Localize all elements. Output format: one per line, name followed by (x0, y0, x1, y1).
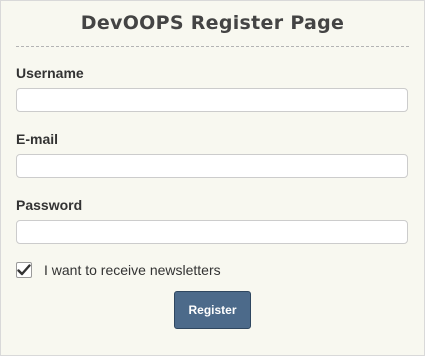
newsletter-checkbox[interactable] (16, 262, 32, 278)
username-input[interactable] (16, 88, 408, 112)
newsletter-label: I want to receive newsletters (44, 262, 221, 278)
newsletter-row: I want to receive newsletters (16, 262, 221, 278)
register-button[interactable]: Register (174, 291, 251, 329)
register-panel: DevOOPS Register Page Username E-mail Pa… (0, 0, 425, 356)
username-label: Username (16, 65, 84, 81)
email-label: E-mail (16, 131, 59, 147)
page-title: DevOOPS Register Page (80, 12, 345, 34)
title-divider (16, 46, 409, 47)
password-label: Password (16, 197, 83, 213)
checkmark-icon (17, 264, 31, 276)
password-input[interactable] (16, 220, 408, 244)
email-input[interactable] (16, 154, 408, 178)
